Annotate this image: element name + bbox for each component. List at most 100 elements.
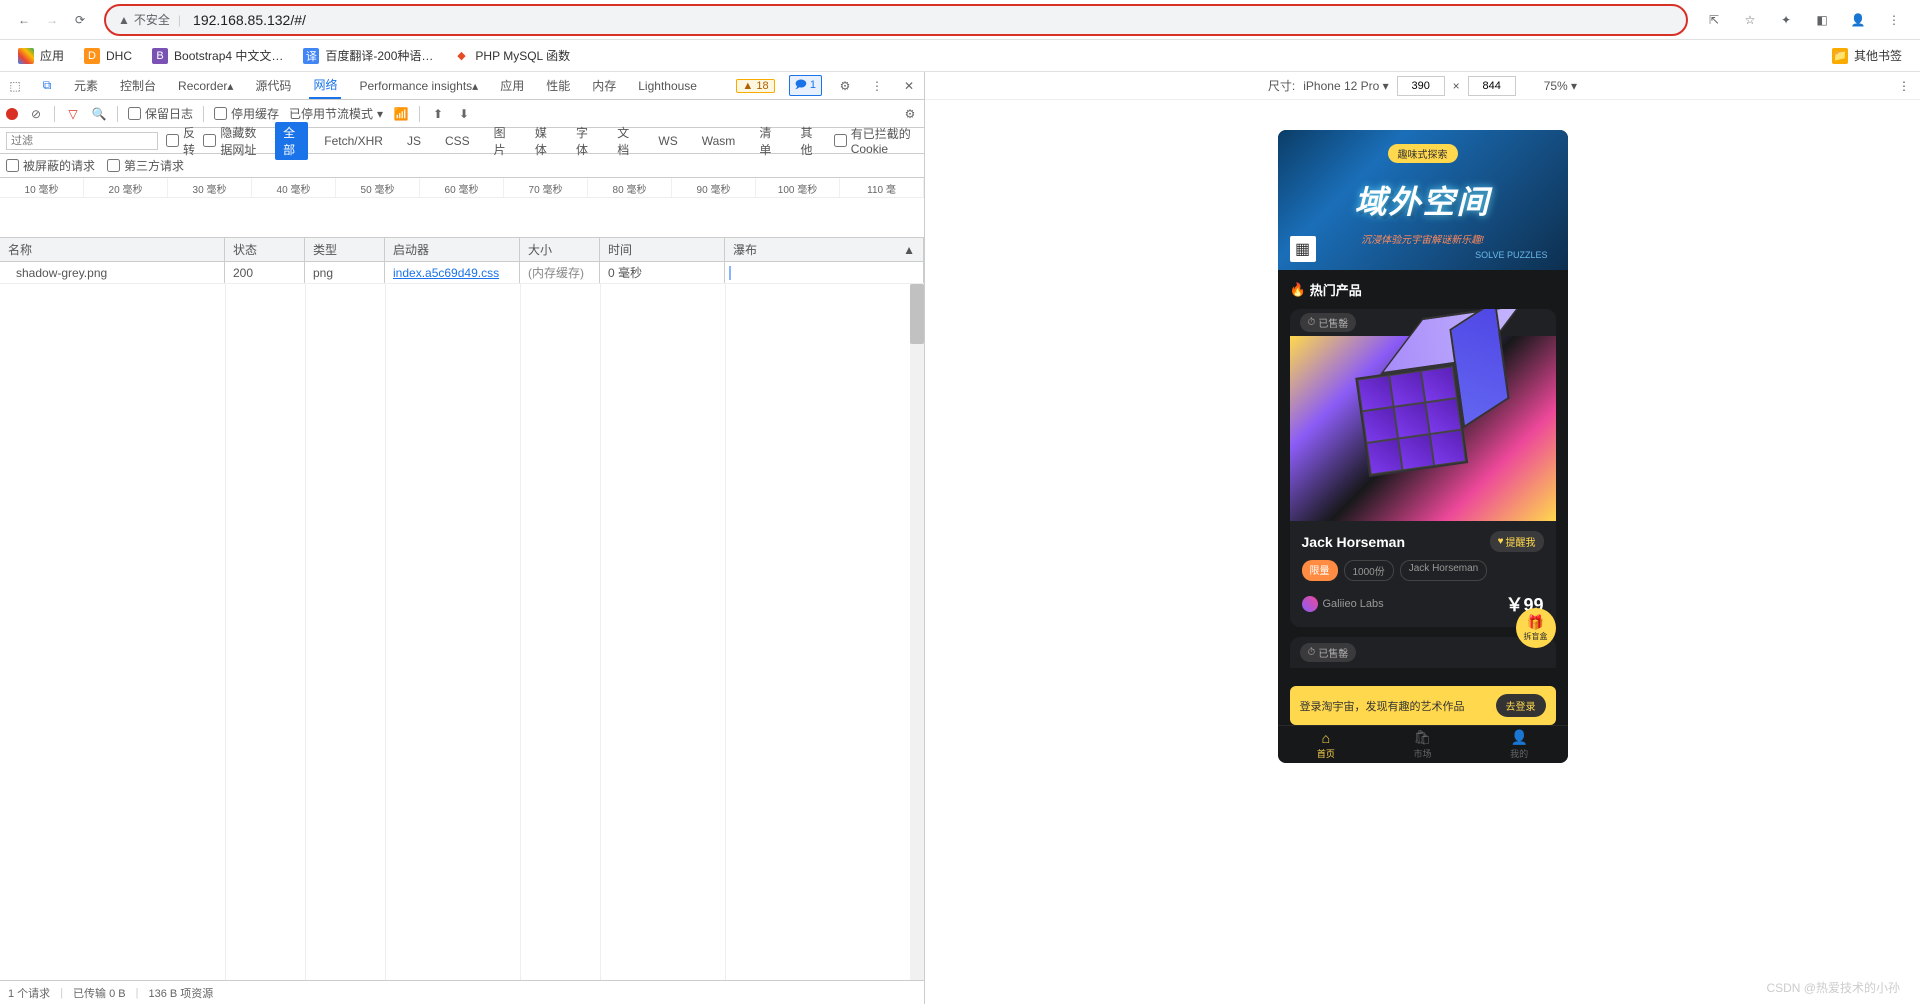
tab-recorder[interactable]: Recorder ▴ — [174, 72, 237, 99]
device-toggle-icon[interactable]: ⧉ — [38, 77, 56, 95]
status-resources: 136 B 项资源 — [148, 985, 213, 1001]
timeline-tick: 80 毫秒 — [588, 178, 672, 197]
bookmark-baidu-translate[interactable]: 译 百度翻译-200种语… — [295, 43, 441, 68]
apps-button[interactable]: 应用 — [10, 43, 72, 68]
record-button[interactable] — [6, 108, 18, 120]
tab-performance-insights[interactable]: Performance insights ▴ — [355, 72, 482, 99]
col-waterfall[interactable]: 瀑布▲ — [725, 238, 924, 261]
login-button[interactable]: 去登录 — [1496, 694, 1546, 717]
other-bookmarks[interactable]: 📁 其他书签 — [1824, 43, 1910, 68]
tab-performance[interactable]: 性能 — [542, 72, 574, 99]
tab-bar: ⌂ 首页 🛍 市场 👤 我的 — [1278, 725, 1568, 763]
timeline-tick: 60 毫秒 — [420, 178, 504, 197]
clear-icon[interactable]: ⊘ — [28, 106, 44, 122]
tab-mine[interactable]: 👤 我的 — [1471, 726, 1568, 763]
forward-button[interactable]: → — [38, 6, 66, 34]
settings-icon[interactable]: ⚙ — [836, 77, 854, 95]
zoom-selector[interactable]: 75% ▾ — [1544, 79, 1577, 93]
blind-box-button[interactable]: 🎁 拆盲盒 — [1516, 608, 1556, 648]
tab-sources[interactable]: 源代码 — [251, 72, 295, 99]
timeline-tick: 30 毫秒 — [168, 178, 252, 197]
bookmark-bootstrap[interactable]: B Bootstrap4 中文文… — [144, 43, 291, 68]
throttling-dropdown[interactable]: 已停用节流模式 ▾ — [289, 105, 383, 122]
filter-input[interactable] — [6, 132, 158, 150]
filter-type-js[interactable]: JS — [399, 132, 429, 150]
apps-icon — [18, 48, 34, 64]
inspect-icon[interactable]: ⬚ — [6, 77, 24, 95]
tab-lighthouse[interactable]: Lighthouse — [634, 72, 701, 99]
more-icon[interactable]: ⋮ — [868, 77, 886, 95]
preview-more-icon[interactable]: ⋮ — [1898, 79, 1910, 93]
col-type[interactable]: 类型 — [305, 238, 385, 261]
blocked-requests-checkbox[interactable]: 被屏蔽的请求 — [6, 157, 95, 174]
menu-icon[interactable]: ⋮ — [1878, 4, 1910, 36]
export-icon[interactable]: ⬇ — [456, 106, 472, 122]
disable-cache-checkbox[interactable]: 停用缓存 — [214, 105, 279, 122]
author-info[interactable]: Galiieo Labs — [1302, 596, 1384, 612]
dimensions-label: 尺寸: — [1268, 77, 1295, 94]
filter-type-fetch[interactable]: Fetch/XHR — [316, 132, 391, 150]
filter-icon[interactable]: ▽ — [65, 106, 81, 122]
side-panel-icon[interactable]: ◧ — [1806, 4, 1838, 36]
close-devtools-icon[interactable]: ✕ — [900, 77, 918, 95]
tab-home[interactable]: ⌂ 首页 — [1278, 726, 1375, 763]
extensions-icon[interactable]: ✦ — [1770, 4, 1802, 36]
col-initiator[interactable]: 启动器 — [385, 238, 520, 261]
product-card-peek[interactable]: ⏱ 已售罄 — [1290, 637, 1556, 668]
width-input[interactable] — [1397, 76, 1445, 96]
product-image — [1290, 336, 1556, 521]
remind-button[interactable]: ♥ 提醒我 — [1490, 531, 1544, 552]
login-prompt: 登录淘宇宙，发现有趣的艺术作品 去登录 — [1290, 686, 1556, 725]
share-icon[interactable]: ⇱ — [1698, 4, 1730, 36]
profile-icon[interactable]: 👤 — [1842, 4, 1874, 36]
devtools-status-bar: 1 个请求 | 已传输 0 B | 136 B 项资源 — [0, 980, 924, 1004]
tab-network[interactable]: 网络 — [309, 72, 341, 99]
col-status[interactable]: 状态 — [225, 238, 305, 261]
dhc-icon: D — [84, 48, 100, 64]
filter-type-ws[interactable]: WS — [650, 132, 685, 150]
filter-type-wasm[interactable]: Wasm — [694, 132, 744, 150]
scrollbar[interactable] — [910, 284, 924, 980]
preserve-log-checkbox[interactable]: 保留日志 — [128, 105, 193, 122]
fire-icon: 🔥 — [1290, 282, 1306, 298]
network-settings-icon[interactable]: ⚙ — [902, 106, 918, 122]
hide-data-urls-checkbox[interactable]: 隐藏数据网址 — [203, 124, 267, 158]
cell-time: 0 毫秒 — [600, 262, 725, 283]
product-card[interactable]: ⏱ 已售罄 — [1290, 309, 1556, 627]
import-icon[interactable]: ⬆ — [430, 106, 446, 122]
back-button[interactable]: ← — [10, 6, 38, 34]
network-timeline[interactable]: 10 毫秒 20 毫秒 30 毫秒 40 毫秒 50 毫秒 60 毫秒 70 毫… — [0, 178, 924, 238]
url-bar[interactable]: ▲ 不安全 | 192.168.85.132/#/ — [104, 4, 1688, 36]
tab-memory[interactable]: 内存 — [588, 72, 620, 99]
bookmark-php[interactable]: ◆ PHP MySQL 函数 — [445, 43, 578, 68]
tab-market[interactable]: 🛍 市场 — [1374, 726, 1471, 763]
translate-icon: 译 — [303, 48, 319, 64]
bookmark-dhc[interactable]: D DHC — [76, 44, 140, 68]
warnings-badge[interactable]: ▲ 18 — [736, 79, 774, 93]
cell-name: shadow-grey.png — [0, 262, 225, 283]
filter-type-css[interactable]: CSS — [437, 132, 478, 150]
third-party-checkbox[interactable]: 第三方请求 — [107, 157, 184, 174]
height-input[interactable] — [1468, 76, 1516, 96]
invert-checkbox[interactable]: 反转 — [166, 124, 195, 158]
tab-console[interactable]: 控制台 — [116, 72, 160, 99]
timeline-tick: 70 毫秒 — [504, 178, 588, 197]
blocked-cookies-checkbox[interactable]: 有已拦截的 Cookie — [834, 125, 918, 156]
info-badge[interactable]: 🗩 1 — [789, 75, 822, 96]
reload-button[interactable]: ⟳ — [66, 6, 94, 34]
timeline-tick: 50 毫秒 — [336, 178, 420, 197]
device-selector[interactable]: iPhone 12 Pro ▾ — [1303, 79, 1388, 93]
col-time[interactable]: 时间 — [600, 238, 725, 261]
tab-application[interactable]: 应用 — [496, 72, 528, 99]
bookmark-star-icon[interactable]: ☆ — [1734, 4, 1766, 36]
table-row[interactable]: shadow-grey.png 200 png index.a5c69d49.c… — [0, 262, 924, 284]
col-size[interactable]: 大小 — [520, 238, 600, 261]
mobile-preview[interactable]: 趣味式探索 域外空间 沉浸体验元宇宙解谜新乐趣! SOLVE PUZZLES ▦… — [1278, 130, 1568, 763]
col-name[interactable]: 名称 — [0, 238, 225, 261]
tab-elements[interactable]: 元素 — [70, 72, 102, 99]
hero-banner[interactable]: 趣味式探索 域外空间 沉浸体验元宇宙解谜新乐趣! SOLVE PUZZLES ▦ — [1278, 130, 1568, 270]
search-icon[interactable]: 🔍 — [91, 106, 107, 122]
sold-out-badge: ⏱ 已售罄 — [1300, 313, 1357, 332]
wifi-icon[interactable]: 📶 — [393, 106, 409, 122]
insecure-indicator: ▲ 不安全 | — [118, 11, 185, 28]
